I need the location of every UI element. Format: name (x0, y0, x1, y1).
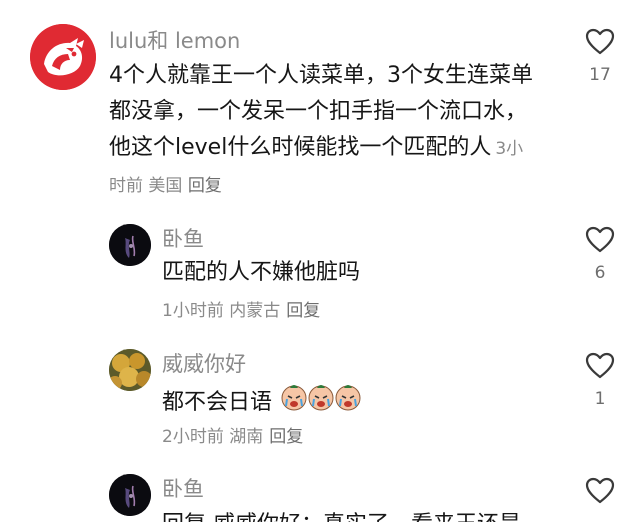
like-button[interactable] (578, 477, 622, 504)
comment-text-body: 都不会日语 (162, 390, 273, 415)
like-count: 6 (594, 263, 606, 283)
comment-text: 回复 威威你好：真实了，看来王还是 (162, 507, 521, 522)
heart-icon (585, 352, 615, 379)
dark-avatar-icon (109, 224, 151, 266)
comment-time: 1小时前 (162, 301, 224, 321)
reply-button[interactable]: 回复 (286, 301, 320, 321)
heart-icon (585, 28, 615, 55)
reply-item: 威威你好 都不会日语 2小时前 湖南 回复 1 (0, 345, 640, 460)
comment-text: 4个人就靠王一个人读菜单，3个女生连菜单都没拿，一个发呆一个扣手指一个流口水，他… (109, 58, 539, 204)
comment-location: 内蒙古 (229, 301, 281, 321)
avatar[interactable] (109, 349, 151, 391)
reply-button[interactable]: 回复 (188, 176, 222, 196)
like-count: 1 (594, 389, 606, 409)
comment-text: 匹配的人不嫌他脏吗 (162, 260, 361, 285)
comment-username[interactable]: 卧鱼 (162, 476, 204, 502)
avatar[interactable] (30, 24, 96, 90)
comment-time: 2小时前 (162, 427, 224, 447)
comment-username[interactable]: lulu和 lemon (109, 28, 240, 54)
comment-location: 湖南 (229, 427, 264, 447)
like-button[interactable]: 6 (578, 226, 622, 283)
dark-avatar-icon (109, 474, 151, 516)
heart-icon (585, 477, 615, 504)
crying-emoji-icon (281, 382, 361, 424)
comment-username[interactable]: 威威你好 (162, 351, 246, 377)
comment-text-body: 4个人就靠王一个人读菜单，3个女生连菜单都没拿，一个发呆一个扣手指一个流口水，他… (109, 63, 533, 160)
comment-meta: 1小时前 内蒙古 回复 (162, 299, 320, 323)
comment-username[interactable]: 卧鱼 (162, 226, 204, 252)
reply-button[interactable]: 回复 (269, 427, 303, 447)
like-count: 17 (589, 65, 611, 85)
comment-meta: 2小时前 湖南 回复 (162, 425, 303, 449)
like-button[interactable]: 1 (578, 352, 622, 409)
chick-logo-icon (30, 24, 96, 90)
comment-item: lulu和 lemon 4个人就靠王一个人读菜单，3个女生连菜单都没拿，一个发呆… (0, 0, 640, 205)
heart-icon (585, 226, 615, 253)
avatar[interactable] (109, 474, 151, 516)
reply-item: 卧鱼 回复 威威你好：真实了，看来王还是 (0, 470, 640, 522)
fruit-avatar-icon (109, 349, 151, 391)
like-button[interactable]: 17 (578, 28, 622, 85)
comment-location: 美国 (148, 176, 183, 196)
avatar[interactable] (109, 224, 151, 266)
reply-item: 卧鱼 匹配的人不嫌他脏吗 1小时前 内蒙古 回复 6 (0, 220, 640, 335)
comment-text: 都不会日语 (162, 382, 361, 424)
